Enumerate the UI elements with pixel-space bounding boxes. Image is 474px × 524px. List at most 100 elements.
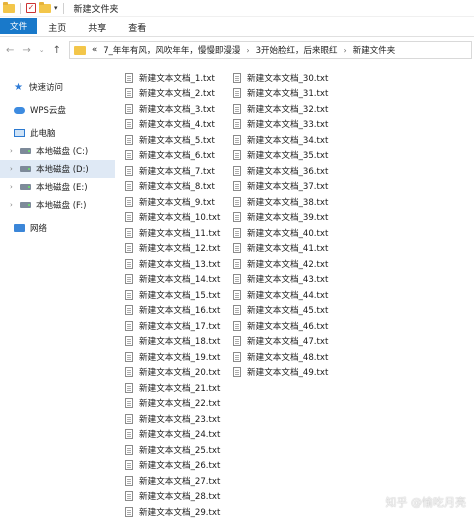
sidebar-item-wps-cloud[interactable]: WPS云盘 (0, 101, 115, 119)
list-item[interactable]: 新建文本文档_36.txt (233, 163, 328, 179)
list-item[interactable]: 新建文本文档_22.txt (125, 396, 220, 412)
text-file-icon (125, 398, 133, 409)
text-file-icon (233, 88, 241, 99)
list-item[interactable]: 新建文本文档_3.txt (125, 101, 220, 117)
list-item[interactable]: 新建文本文档_19.txt (125, 349, 220, 365)
forward-arrow-icon[interactable]: → (22, 45, 30, 56)
text-file-icon (233, 336, 241, 347)
text-file-icon (233, 212, 241, 223)
list-item[interactable]: 新建文本文档_1.txt (125, 70, 220, 86)
list-item[interactable]: 新建文本文档_39.txt (233, 210, 328, 226)
sidebar-item-drive-e[interactable]: › 本地磁盘 (E:) (0, 178, 115, 196)
list-item[interactable]: 新建文本文档_31.txt (233, 86, 328, 102)
chevron-right-icon[interactable]: › (10, 183, 18, 191)
list-item[interactable]: 新建文本文档_42.txt (233, 256, 328, 272)
list-item[interactable]: 新建文本文档_48.txt (233, 349, 328, 365)
back-arrow-icon[interactable]: ← (6, 45, 14, 56)
text-file-icon (233, 258, 241, 269)
tab-view[interactable]: 查看 (117, 18, 157, 36)
list-item[interactable]: 新建文本文档_28.txt (125, 489, 220, 505)
text-file-icon (125, 165, 133, 176)
text-file-icon (125, 274, 133, 285)
new-folder-icon[interactable] (39, 1, 51, 13)
breadcrumb-overflow[interactable]: « (92, 45, 97, 55)
sidebar-item-label: 此电脑 (30, 129, 56, 139)
chevron-right-icon[interactable]: › (10, 147, 18, 155)
list-item[interactable]: 新建文本文档_8.txt (125, 179, 220, 195)
list-item[interactable]: 新建文本文档_30.txt (233, 70, 328, 86)
list-item[interactable]: 新建文本文档_16.txt (125, 303, 220, 319)
sidebar-item-this-pc[interactable]: 此电脑 (0, 124, 115, 142)
list-item[interactable]: 新建文本文档_2.txt (125, 86, 220, 102)
breadcrumb-item[interactable]: 7_年年有风，风吹年年，慢慢即漫漫 (103, 44, 240, 56)
list-item[interactable]: 新建文本文档_4.txt (125, 117, 220, 133)
tab-file[interactable]: 文件 (0, 18, 38, 34)
list-item[interactable]: 新建文本文档_35.txt (233, 148, 328, 164)
sidebar-item-drive-d[interactable]: › 本地磁盘 (D:) (0, 160, 115, 178)
breadcrumb-item[interactable]: 3开始脸红，后来眼红 (256, 44, 338, 56)
list-item[interactable]: 新建文本文档_40.txt (233, 225, 328, 241)
chevron-right-icon[interactable]: › (246, 46, 249, 55)
text-file-icon (233, 305, 241, 316)
list-item[interactable]: 新建文本文档_18.txt (125, 334, 220, 350)
list-item[interactable]: 新建文本文档_25.txt (125, 442, 220, 458)
sidebar-item-quick-access[interactable]: ★ 快速访问 (0, 78, 115, 96)
list-item[interactable]: 新建文本文档_11.txt (125, 225, 220, 241)
title-bar: ✓ ▾ 新建文件夹 (0, 0, 474, 17)
text-file-icon (125, 320, 133, 331)
list-item[interactable]: 新建文本文档_38.txt (233, 194, 328, 210)
tab-home[interactable]: 主页 (37, 18, 77, 36)
list-item[interactable]: 新建文本文档_44.txt (233, 287, 328, 303)
customize-toolbar-icon[interactable]: ▾ (54, 4, 58, 12)
text-file-icon (125, 134, 133, 145)
list-item[interactable]: 新建文本文档_46.txt (233, 318, 328, 334)
list-item[interactable]: 新建文本文档_47.txt (233, 334, 328, 350)
list-item[interactable]: 新建文本文档_32.txt (233, 101, 328, 117)
list-item[interactable]: 新建文本文档_14.txt (125, 272, 220, 288)
breadcrumb-current[interactable]: 新建文件夹 (353, 44, 396, 56)
list-item[interactable]: 新建文本文档_24.txt (125, 427, 220, 443)
list-item[interactable]: 新建文本文档_21.txt (125, 380, 220, 396)
file-name: 新建文本文档_38.txt (247, 197, 329, 208)
text-file-icon (233, 196, 241, 207)
list-item[interactable]: 新建文本文档_34.txt (233, 132, 328, 148)
list-item[interactable]: 新建文本文档_7.txt (125, 163, 220, 179)
tab-share[interactable]: 共享 (77, 18, 117, 36)
list-item[interactable]: 新建文本文档_9.txt (125, 194, 220, 210)
address-bar[interactable]: « 7_年年有风，风吹年年，慢慢即漫漫 › 3开始脸红，后来眼红 › 新建文件夹 (69, 41, 472, 59)
chevron-right-icon[interactable]: › (10, 165, 18, 173)
list-item[interactable]: 新建文本文档_45.txt (233, 303, 328, 319)
file-name: 新建文本文档_24.txt (139, 430, 221, 441)
list-item[interactable]: 新建文本文档_33.txt (233, 117, 328, 133)
recent-dropdown-icon[interactable]: ⌄ (39, 46, 45, 54)
list-item[interactable]: 新建文本文档_6.txt (125, 148, 220, 164)
list-item[interactable]: 新建文本文档_43.txt (233, 272, 328, 288)
list-item[interactable]: 新建文本文档_37.txt (233, 179, 328, 195)
text-file-icon (125, 72, 133, 83)
text-file-icon (125, 413, 133, 424)
up-arrow-icon[interactable]: ↑ (53, 45, 61, 56)
list-item[interactable]: 新建文本文档_5.txt (125, 132, 220, 148)
list-item[interactable]: 新建文本文档_26.txt (125, 458, 220, 474)
sidebar-item-drive-f[interactable]: › 本地磁盘 (F:) (0, 196, 115, 214)
list-item[interactable]: 新建文本文档_15.txt (125, 287, 220, 303)
sidebar-item-network[interactable]: 网络 (0, 219, 115, 237)
list-item[interactable]: 新建文本文档_12.txt (125, 241, 220, 257)
list-item[interactable]: 新建文本文档_20.txt (125, 365, 220, 381)
list-item[interactable]: 新建文本文档_23.txt (125, 411, 220, 427)
list-item[interactable]: 新建文本文档_41.txt (233, 241, 328, 257)
chevron-right-icon[interactable]: › (10, 201, 18, 209)
list-item[interactable]: 新建文本文档_10.txt (125, 210, 220, 226)
list-item[interactable]: 新建文本文档_13.txt (125, 256, 220, 272)
sidebar-item-drive-c[interactable]: › 本地磁盘 (C:) (0, 142, 115, 160)
properties-icon[interactable]: ✓ (26, 3, 36, 13)
chevron-right-icon[interactable]: › (344, 46, 347, 55)
list-item[interactable]: 新建文本文档_27.txt (125, 473, 220, 489)
text-file-icon (233, 227, 241, 238)
file-name: 新建文本文档_47.txt (247, 337, 329, 348)
list-item[interactable]: 新建文本文档_49.txt (233, 365, 328, 381)
list-item[interactable]: 新建文本文档_17.txt (125, 318, 220, 334)
text-file-icon (125, 103, 133, 114)
list-item[interactable]: 新建文本文档_29.txt (125, 504, 220, 520)
text-file-icon (233, 367, 241, 378)
